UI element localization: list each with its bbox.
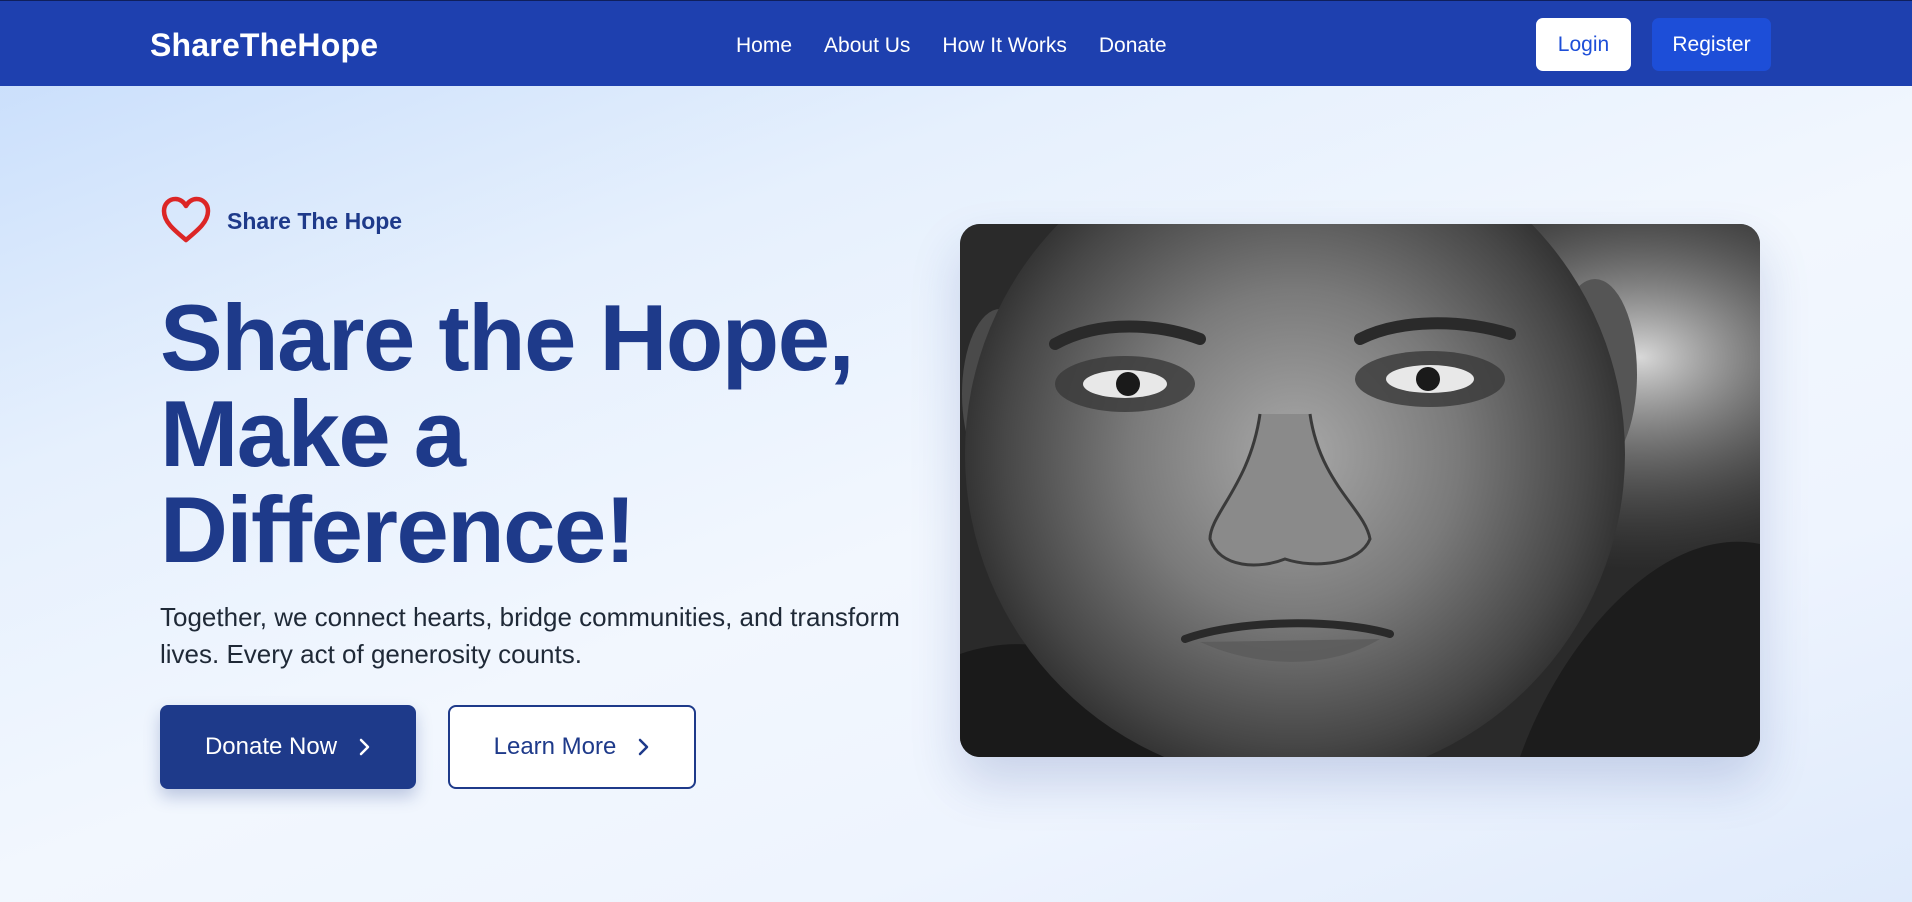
nav-donate[interactable]: Donate bbox=[1099, 34, 1167, 58]
login-button[interactable]: Login bbox=[1536, 18, 1631, 71]
hero-title: Share the Hope, Make a Difference! bbox=[160, 290, 920, 578]
main-nav: Home About Us How It Works Donate bbox=[736, 34, 1167, 58]
hero-subtitle: Together, we connect hearts, bridge comm… bbox=[160, 602, 900, 669]
hero-portrait-image bbox=[960, 224, 1760, 757]
donate-now-label: Donate Now bbox=[204, 733, 338, 760]
hero-title-line-2: Make a bbox=[160, 381, 466, 486]
chevron-right-icon bbox=[359, 738, 370, 756]
hero-title-line-1: Share the Hope, bbox=[160, 285, 855, 390]
portrait-photo bbox=[960, 224, 1760, 757]
navbar: ShareTheHope Home About Us How It Works … bbox=[0, 0, 1912, 86]
heart-outline-icon bbox=[161, 196, 211, 243]
hero-title-line-3: Difference! bbox=[160, 477, 636, 582]
learn-more-button[interactable]: Learn More bbox=[448, 705, 696, 789]
nav-about-us[interactable]: About Us bbox=[824, 34, 910, 58]
brand-logo[interactable]: ShareTheHope bbox=[150, 27, 378, 64]
register-button[interactable]: Register bbox=[1652, 18, 1771, 71]
donate-now-button[interactable]: Donate Now bbox=[160, 705, 416, 789]
learn-more-label: Learn More bbox=[493, 733, 617, 760]
nav-how-it-works[interactable]: How It Works bbox=[942, 34, 1066, 58]
hero-tagline: Share The Hope bbox=[160, 195, 402, 245]
tagline-text: Share The Hope bbox=[227, 208, 403, 234]
chevron-right-icon bbox=[639, 738, 649, 756]
nav-home[interactable]: Home bbox=[736, 34, 792, 58]
